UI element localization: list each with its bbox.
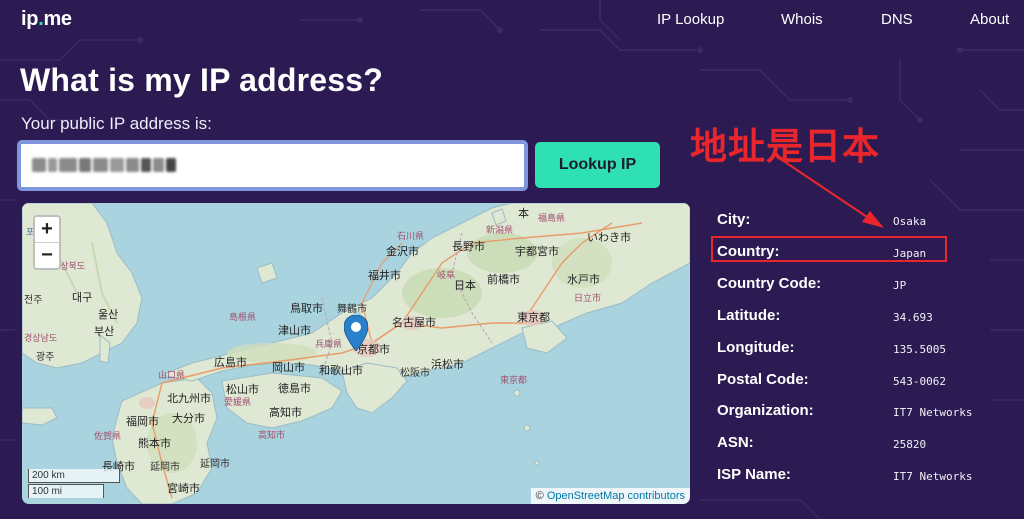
map-label: 金沢市 [386, 245, 419, 258]
map-label: 福岡市 [126, 415, 159, 428]
map-label: いわき市 [587, 231, 631, 244]
map-label: 兵庫県 [315, 340, 343, 350]
map-label: 岡山市 [272, 361, 305, 374]
info-row-latitude: Latitude: 34.693 [717, 307, 1017, 327]
map-label: 宇都宮市 [515, 245, 559, 258]
info-row-city: City: Osaka [717, 211, 1017, 231]
map-zoom-controls: + − [33, 215, 61, 270]
info-value: IT7 Networks [893, 406, 973, 419]
info-row-isp-name: ISP Name: IT7 Networks [717, 466, 1017, 486]
map-label: 福島県 [538, 214, 566, 224]
map-label: 松阪市 [400, 368, 430, 379]
map-label: 東京都 [500, 376, 528, 386]
info-label: Country Code: [717, 275, 822, 292]
map-label: 대구 [72, 291, 93, 304]
map-label: 울산 [98, 308, 119, 321]
map-label: 延岡市 [200, 459, 230, 470]
map-label: 高知市 [258, 431, 286, 441]
map-label: 山口県 [158, 371, 186, 381]
lookup-ip-button[interactable]: Lookup IP [535, 142, 660, 188]
info-value: 543-0062 [893, 375, 946, 388]
nav-ip-lookup[interactable]: IP Lookup [657, 11, 724, 28]
info-value: JP [893, 279, 907, 292]
annotation-text: 地址是日本 [690, 125, 880, 168]
info-value: 34.693 [893, 311, 933, 324]
map-label: 石川県 [397, 232, 425, 242]
map-label: 경상남도 [24, 334, 58, 344]
info-label: Longitude: [717, 339, 795, 356]
map-label: 福井市 [368, 269, 401, 282]
map-label: 浜松市 [431, 358, 464, 371]
ip-address-input[interactable] [17, 140, 528, 191]
location-map[interactable]: 石川県 金沢市 新潟県 長野市 宇都宮市 福島県 いわき市 本 福井市 岐阜 前… [22, 203, 690, 504]
info-label: Organization: [717, 402, 814, 419]
top-navigation-bar: ip.me IP Lookup Whois DNS About [0, 0, 1024, 40]
info-value: Osaka [893, 215, 927, 228]
info-label: ISP Name: [717, 466, 791, 483]
info-label: City: [717, 211, 751, 228]
map-label: 本 [518, 207, 529, 220]
nav-dns[interactable]: DNS [881, 11, 913, 28]
nav-about[interactable]: About [970, 11, 1009, 28]
map-label: 鳥取市 [290, 302, 323, 315]
info-label: Postal Code: [717, 371, 809, 388]
map-label: 広島市 [214, 356, 247, 369]
map-label: 名古屋市 [392, 316, 436, 329]
info-label: Country: [717, 243, 780, 260]
map-label: 熊本市 [138, 437, 171, 450]
map-label: 日立市 [574, 294, 602, 304]
ip-subtitle: Your public IP address is: [21, 114, 212, 133]
map-label: 北九州市 [167, 392, 211, 405]
map-label: 舞鶴市 [337, 304, 367, 315]
map-scale-km: 200 km [28, 469, 120, 483]
info-row-asn: ASN: 25820 [717, 434, 1017, 454]
info-value: Japan [893, 247, 927, 260]
map-label: 日本 [454, 279, 476, 292]
map-label: 津山市 [278, 324, 311, 337]
map-label: 高知市 [269, 406, 302, 419]
info-value: 135.5005 [893, 343, 946, 356]
map-label: 岐阜 [437, 271, 456, 281]
map-label: 水戸市 [567, 273, 600, 286]
map-label: 島根県 [229, 313, 257, 323]
info-value: IT7 Networks [893, 470, 973, 483]
zoom-in-button[interactable]: + [35, 217, 59, 242]
info-row-longitude: Longitude: 135.5005 [717, 339, 1017, 359]
map-attribution: © OpenStreetMap contributors [530, 488, 690, 504]
map-label: 愛媛県 [224, 398, 252, 408]
map-label: 東京都 [517, 311, 550, 324]
map-label: 前橋市 [487, 273, 520, 286]
nav-whois[interactable]: Whois [781, 11, 823, 28]
map-label: 徳島市 [278, 382, 311, 395]
map-label: 大分市 [172, 412, 205, 425]
info-row-country: Country: Japan [717, 243, 1017, 263]
map-label: 宮崎市 [167, 482, 200, 495]
info-label: ASN: [717, 434, 754, 451]
osm-contributors-link[interactable]: OpenStreetMap contributors [547, 490, 685, 502]
map-label: 延岡市 [150, 462, 180, 473]
zoom-out-button[interactable]: − [35, 242, 59, 267]
map-scale-mi: 100 mi [28, 484, 104, 498]
map-label: 부산 [94, 325, 115, 338]
location-marker-icon[interactable] [344, 315, 368, 351]
info-row-organization: Organization: IT7 Networks [717, 402, 1017, 422]
site-logo[interactable]: ip.me [21, 8, 72, 31]
page-title: What is my IP address? [20, 62, 384, 98]
map-label: 和歌山市 [319, 364, 363, 377]
map-label: 長野市 [452, 240, 485, 253]
map-label: 전주 [24, 295, 43, 306]
map-label: 新潟県 [486, 226, 514, 236]
map-label: 佐賀県 [94, 432, 122, 442]
info-value: 25820 [893, 438, 927, 451]
info-row-postal-code: Postal Code: 543-0062 [717, 371, 1017, 391]
map-label: 광주 [36, 352, 55, 363]
info-label: Latitude: [717, 307, 781, 324]
info-row-country-code: Country Code: JP [717, 275, 1017, 295]
